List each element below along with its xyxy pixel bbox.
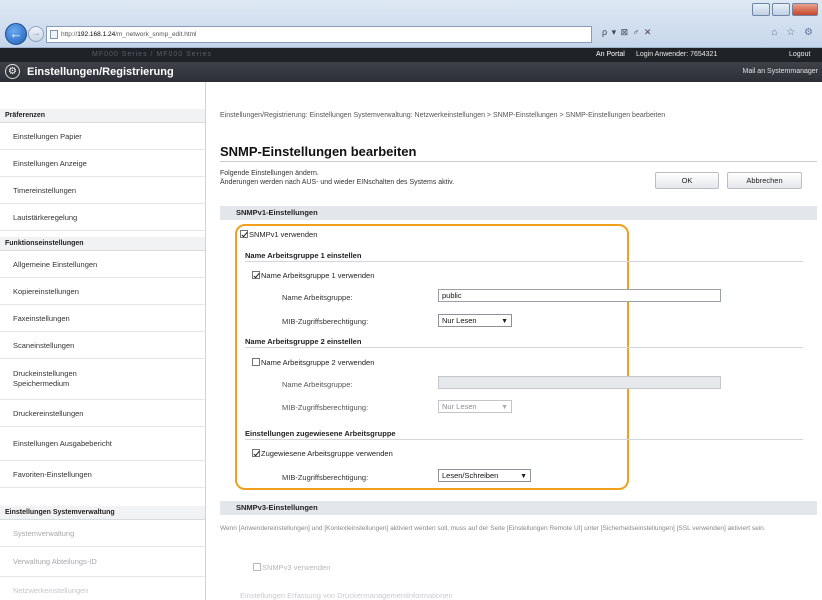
group1-mib-label: MIB-Zugriffsberechtigung:	[282, 317, 369, 326]
group1-use-checkbox[interactable]	[252, 271, 260, 279]
group1-use-label: Name Arbeitsgruppe 1 verwenden	[261, 271, 375, 280]
dedicated-use-row[interactable]: Zugewiesene Arbeitsgruppe verwenden	[252, 449, 393, 459]
sidebar-item-general[interactable]: Allgemeine Einstellungen	[0, 251, 205, 278]
group2-mib-value: Nur Lesen	[442, 402, 477, 411]
chevron-down-icon: ▼	[501, 318, 508, 325]
group2-mib-select[interactable]: Nur Lesen ▼	[438, 400, 512, 413]
settings-gear-icon: ⚙	[5, 64, 20, 79]
sidebar-item-scan[interactable]: Scaneinstellungen	[0, 332, 205, 359]
sidebar-item-paper[interactable]: Einstellungen Papier	[0, 123, 205, 150]
snmpv3-use-row[interactable]: SNMPv3 verwenden	[253, 563, 330, 572]
app-header: ⚙ Einstellungen/Registrierung Mail an Sy…	[0, 62, 822, 82]
sidebar-item-printer[interactable]: Druckereinstellungen	[0, 400, 205, 427]
snmpv1-use-label: SNMPv1 verwenden	[249, 230, 318, 239]
group1-heading: Name Arbeitsgruppe 1 einstellen	[245, 251, 803, 262]
dedicated-mib-label: MIB-Zugriffsberechtigung:	[282, 473, 369, 482]
snmpv3-section-header: SNMPv3-Einstellungen	[220, 501, 817, 515]
snmpv1-use-checkbox[interactable]	[240, 230, 248, 238]
main-content: Einstellungen/Registrierung: Einstellung…	[207, 82, 822, 600]
cancel-button[interactable]: Abbrechen	[727, 172, 802, 189]
sidebar-item-network[interactable]: Netzwerkeinstellungen	[0, 577, 205, 600]
minimize-button[interactable]	[752, 3, 770, 16]
sidebar-heading-system-management: Einstellungen Systemverwaltung	[0, 506, 205, 520]
snmpv3-use-label: SNMPv3 verwenden	[262, 563, 331, 572]
intro-text-1: Folgende Einstellungen ändern.	[220, 170, 319, 177]
title-divider	[220, 161, 817, 162]
app-title: Einstellungen/Registrierung	[27, 66, 174, 78]
dedicated-mib-select[interactable]: Lesen/Schreiben ▼	[438, 469, 531, 482]
window-controls	[752, 3, 818, 16]
url-host: 192.168.1.24	[77, 31, 116, 38]
login-user: Login Anwender: 7654321	[636, 51, 718, 58]
url-path: /m_network_snmp_edit.html	[115, 31, 197, 38]
portal-link[interactable]: An Portal	[596, 48, 625, 62]
url-prefix: http://	[61, 31, 78, 38]
intro-text-2: Änderungen werden nach AUS- und wieder E…	[220, 179, 455, 186]
sidebar-item-output-report[interactable]: Einstellungen Ausgabebericht	[0, 427, 205, 461]
group2-use-checkbox[interactable]	[252, 358, 260, 366]
browser-chrome: ← → http://192.168.1.24/m_network_snmp_e…	[0, 0, 822, 48]
sidebar-item-department-id[interactable]: Verwaltung Abteilungs-ID	[0, 547, 205, 577]
group2-use-row[interactable]: Name Arbeitsgruppe 2 verwenden	[252, 358, 374, 368]
snmpv3-use-checkbox[interactable]	[253, 563, 261, 571]
breadcrumb: Einstellungen/Registrierung: Einstellung…	[220, 112, 666, 119]
forward-button[interactable]: →	[28, 26, 44, 42]
sidebar-item-display[interactable]: Einstellungen Anzeige	[0, 150, 205, 177]
sidebar-item-volume[interactable]: Lautstärkeregelung	[0, 204, 205, 231]
sidebar-item-memory-media-print[interactable]: Druckeinstellungen Speichermedium	[0, 359, 205, 400]
group1-name-label: Name Arbeitsgruppe:	[282, 293, 353, 302]
group2-name-input[interactable]	[438, 376, 721, 389]
sidebar-heading-functions: Funktionseinstellungen	[0, 237, 205, 251]
sidebar-item-timer[interactable]: Timereinstellungen	[0, 177, 205, 204]
sidebar-heading-preferences: Präferenzen	[0, 109, 205, 123]
dedicated-heading: Einstellungen zugewiesene Arbeitsgruppe	[245, 429, 803, 440]
sidebar: Präferenzen Einstellungen Papier Einstel…	[0, 82, 206, 600]
sidebar-item-favorites[interactable]: Favoriten-Einstellungen	[0, 461, 205, 488]
mail-system-manager-link[interactable]: Mail an Systemmanager	[743, 62, 818, 82]
close-button[interactable]	[792, 3, 818, 16]
chevron-down-icon: ▼	[520, 473, 527, 480]
snmpv1-section-header: SNMPv1-Einstellungen	[220, 206, 817, 220]
snmpv3-note: Wenn [Anwendereinstellungen] und [Kontex…	[220, 525, 766, 532]
group2-use-label: Name Arbeitsgruppe 2 verwenden	[261, 358, 375, 367]
group2-mib-label: MIB-Zugriffsberechtigung:	[282, 403, 369, 412]
group2-heading: Name Arbeitsgruppe 2 einstellen	[245, 337, 803, 348]
logout-link[interactable]: Logout	[789, 48, 810, 62]
ok-button[interactable]: OK	[655, 172, 719, 189]
chevron-down-icon: ▼	[501, 404, 508, 411]
device-name: MF000 Series / MF000 Series	[92, 51, 212, 58]
address-bar[interactable]: http://192.168.1.24/m_network_snmp_edit.…	[46, 26, 592, 43]
dedicated-mib-value: Lesen/Schreiben	[442, 471, 499, 480]
sidebar-item-fax[interactable]: Faxeinstellungen	[0, 305, 205, 332]
group1-name-input[interactable]: public	[438, 289, 721, 302]
browser-toolbar-icons[interactable]: ⌂ ☆ ⚙	[771, 27, 816, 38]
page-icon	[50, 30, 58, 39]
group1-mib-value: Nur Lesen	[442, 316, 477, 325]
printer-mgmt-info-heading: Einstellungen Erfassung von Druckermanag…	[240, 591, 453, 600]
page-title: SNMP-Einstellungen bearbeiten	[220, 144, 417, 159]
sidebar-item-system-management[interactable]: Systemverwaltung	[0, 520, 205, 547]
address-tools-icons[interactable]: ρ ▾ ⊠ ♂ ✕	[602, 27, 652, 38]
group1-mib-select[interactable]: Nur Lesen ▼	[438, 314, 512, 327]
back-button[interactable]: ←	[5, 23, 27, 45]
portal-bar: MF000 Series / MF000 Series An Portal Lo…	[0, 48, 822, 62]
dedicated-use-label: Zugewiesene Arbeitsgruppe verwenden	[261, 449, 393, 458]
sidebar-item-copy[interactable]: Kopiereinstellungen	[0, 278, 205, 305]
snmpv1-use-row[interactable]: SNMPv1 verwenden	[240, 230, 317, 240]
group1-use-row[interactable]: Name Arbeitsgruppe 1 verwenden	[252, 271, 374, 281]
dedicated-use-checkbox[interactable]	[252, 449, 260, 457]
group2-name-label: Name Arbeitsgruppe:	[282, 380, 353, 389]
maximize-button[interactable]	[772, 3, 790, 16]
